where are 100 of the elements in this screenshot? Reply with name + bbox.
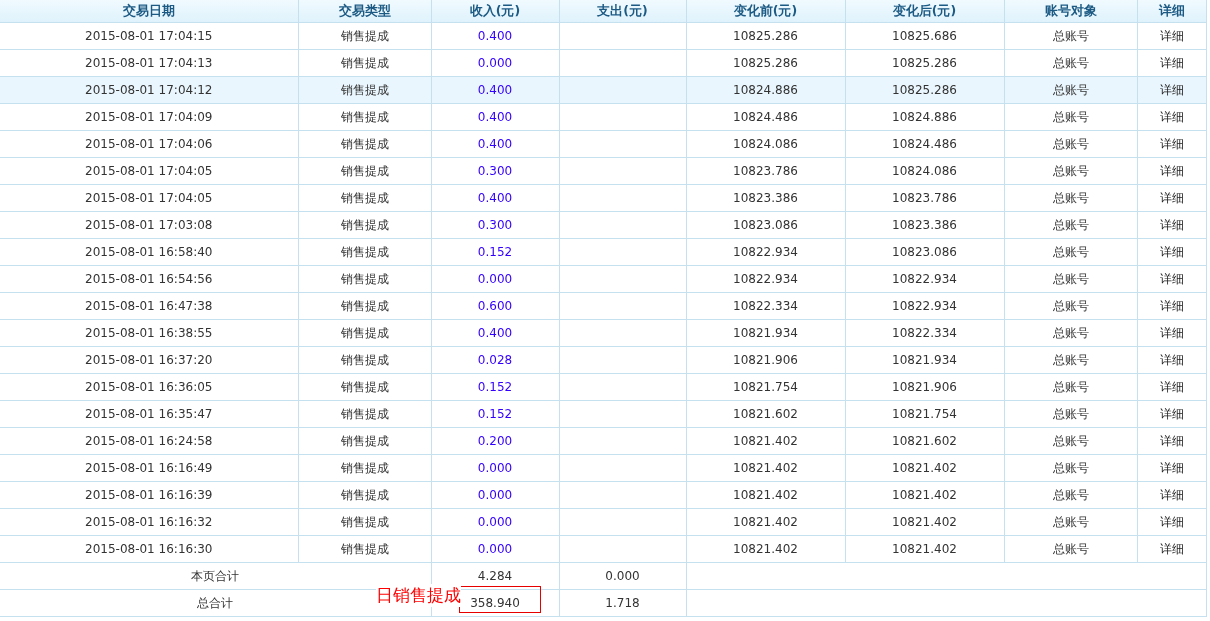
- table-cell: 总账号: [1004, 319, 1137, 347]
- table-cell: 总账号: [1004, 427, 1137, 455]
- table-cell: 0.400: [431, 130, 559, 158]
- table-cell: 总账号: [1004, 292, 1137, 320]
- table-cell: 10824.086: [686, 130, 845, 158]
- table-cell: 销售提成: [298, 400, 431, 428]
- detail-link[interactable]: 详细: [1159, 514, 1184, 529]
- table-cell: 销售提成: [298, 184, 431, 212]
- table-cell: 0.028: [431, 346, 559, 374]
- column-header: 收入(元): [431, 0, 559, 23]
- table-cell: 0.000: [559, 562, 686, 590]
- table-cell: 销售提成: [298, 319, 431, 347]
- detail-link[interactable]: 详细: [1159, 541, 1184, 556]
- column-header: 变化前(元): [686, 0, 845, 23]
- table-cell: 2015-08-01 16:38:55: [0, 319, 298, 347]
- table-cell: 总账号: [1004, 400, 1137, 428]
- detail-link[interactable]: 详细: [1159, 460, 1184, 475]
- table-cell: 10825.286: [686, 22, 845, 50]
- highlighted-row[interactable]: 2015-08-01 17:04:12 销售提成 0.400 10824.886 10825.286 总账号 详细: [0, 76, 1206, 104]
- table-cell: 0.000: [431, 535, 559, 563]
- detail-link[interactable]: 详细: [1159, 244, 1184, 259]
- table-cell: 总账号: [1004, 481, 1137, 509]
- table-cell: 销售提成: [298, 130, 431, 158]
- detail-link[interactable]: 详细: [1159, 109, 1184, 124]
- table-cell: 10821.402: [686, 454, 845, 482]
- column-header: 变化后(元): [845, 0, 1004, 23]
- table-cell: 10822.934: [845, 292, 1004, 320]
- table-cell: 销售提成: [298, 49, 431, 77]
- table-cell: 2015-08-01 16:16:39: [0, 481, 298, 509]
- table-cell: 10821.402: [845, 535, 1004, 563]
- table-cell: 2015-08-01 17:04:12: [0, 76, 298, 104]
- table-cell: 销售提成: [298, 265, 431, 293]
- table-cell: 销售提成: [298, 292, 431, 320]
- table-cell: 10821.402: [845, 481, 1004, 509]
- table-cell: 10822.934: [686, 238, 845, 266]
- detail-link[interactable]: 详细: [1159, 28, 1184, 43]
- detail-link[interactable]: 详细: [1159, 82, 1184, 97]
- table-cell: 2015-08-01 16:16:32: [0, 508, 298, 536]
- table-cell: 2015-08-01 17:04:09: [0, 103, 298, 131]
- table-cell: 10821.402: [686, 508, 845, 536]
- table-cell: 10825.286: [686, 49, 845, 77]
- table-cell: 总账号: [1004, 157, 1137, 185]
- table-cell: 10821.602: [845, 427, 1004, 455]
- table-cell: 销售提成: [298, 427, 431, 455]
- table-cell: 2015-08-01 17:04:05: [0, 157, 298, 185]
- table-cell: 0.152: [431, 400, 559, 428]
- table-cell: 销售提成: [298, 76, 431, 104]
- column-header: 交易日期: [0, 0, 298, 23]
- table-cell: 总账号: [1004, 346, 1137, 374]
- table-cell: 2015-08-01 17:04:05: [0, 184, 298, 212]
- detail-link[interactable]: 详细: [1159, 298, 1184, 313]
- table-cell: 销售提成: [298, 481, 431, 509]
- detail-link[interactable]: 详细: [1159, 55, 1184, 70]
- detail-link[interactable]: 详细: [1159, 406, 1184, 421]
- detail-link[interactable]: 详细: [1159, 325, 1184, 340]
- table-cell: 总账号: [1004, 508, 1137, 536]
- table-cell: 2015-08-01 17:04:06: [0, 130, 298, 158]
- total-value: 4.284: [477, 569, 513, 583]
- table-cell: 2015-08-01 16:35:47: [0, 400, 298, 428]
- table-cell: 2015-08-01 16:54:56: [0, 265, 298, 293]
- table-cell: 总账号: [1004, 76, 1137, 104]
- table-cell: 0.400: [431, 22, 559, 50]
- table-cell: 总账号: [1004, 211, 1137, 239]
- detail-link[interactable]: 详细: [1159, 379, 1184, 394]
- table-cell: 10823.386: [686, 184, 845, 212]
- table-cell: 0.300: [431, 211, 559, 239]
- table-cell: 10824.486: [845, 130, 1004, 158]
- table-cell: 总账号: [1004, 265, 1137, 293]
- detail-link[interactable]: 详细: [1159, 136, 1184, 151]
- table-cell: 2015-08-01 16:37:20: [0, 346, 298, 374]
- detail-link[interactable]: 详细: [1159, 217, 1184, 232]
- table-cell: 2015-08-01 17:04:15: [0, 22, 298, 50]
- table-cell: 10823.786: [686, 157, 845, 185]
- table-cell: 10821.402: [686, 535, 845, 563]
- detail-link[interactable]: 详细: [1159, 433, 1184, 448]
- table-cell: 10821.402: [686, 481, 845, 509]
- detail-link[interactable]: 详细: [1159, 163, 1184, 178]
- detail-link[interactable]: 详细: [1159, 487, 1184, 502]
- table-cell: 10824.086: [845, 157, 1004, 185]
- table-cell: 2015-08-01 16:47:38: [0, 292, 298, 320]
- table-cell: 10821.602: [686, 400, 845, 428]
- table-cell: 0.600: [431, 292, 559, 320]
- table-cell: 0.400: [431, 184, 559, 212]
- table-cell: 10823.086: [845, 238, 1004, 266]
- table-cell: 10822.334: [686, 292, 845, 320]
- column-header: 支出(元): [559, 0, 686, 23]
- table-cell: 总账号: [1004, 184, 1137, 212]
- table-cell: 10821.402: [845, 508, 1004, 536]
- table-cell: 销售提成: [298, 22, 431, 50]
- table-cell: 0.000: [431, 508, 559, 536]
- table-cell: 2015-08-01 17:04:13: [0, 49, 298, 77]
- detail-link[interactable]: 详细: [1159, 352, 1184, 367]
- detail-link[interactable]: 详细: [1159, 190, 1184, 205]
- table-cell: 10824.486: [686, 103, 845, 131]
- table-cell: 10821.906: [686, 346, 845, 374]
- table-cell: 2015-08-01 16:16:30: [0, 535, 298, 563]
- column-header: 交易类型: [298, 0, 431, 23]
- table-cell: 10822.934: [686, 265, 845, 293]
- table-cell: 销售提成: [298, 211, 431, 239]
- detail-link[interactable]: 详细: [1159, 271, 1184, 286]
